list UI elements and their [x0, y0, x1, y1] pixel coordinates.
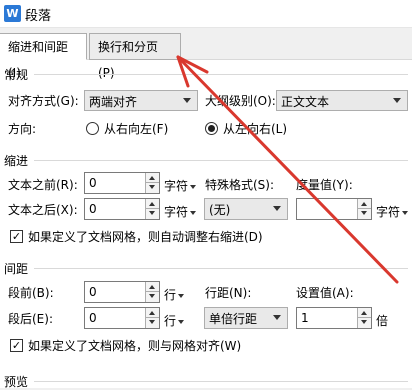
- annotation-arrow-icon: [176, 55, 399, 284]
